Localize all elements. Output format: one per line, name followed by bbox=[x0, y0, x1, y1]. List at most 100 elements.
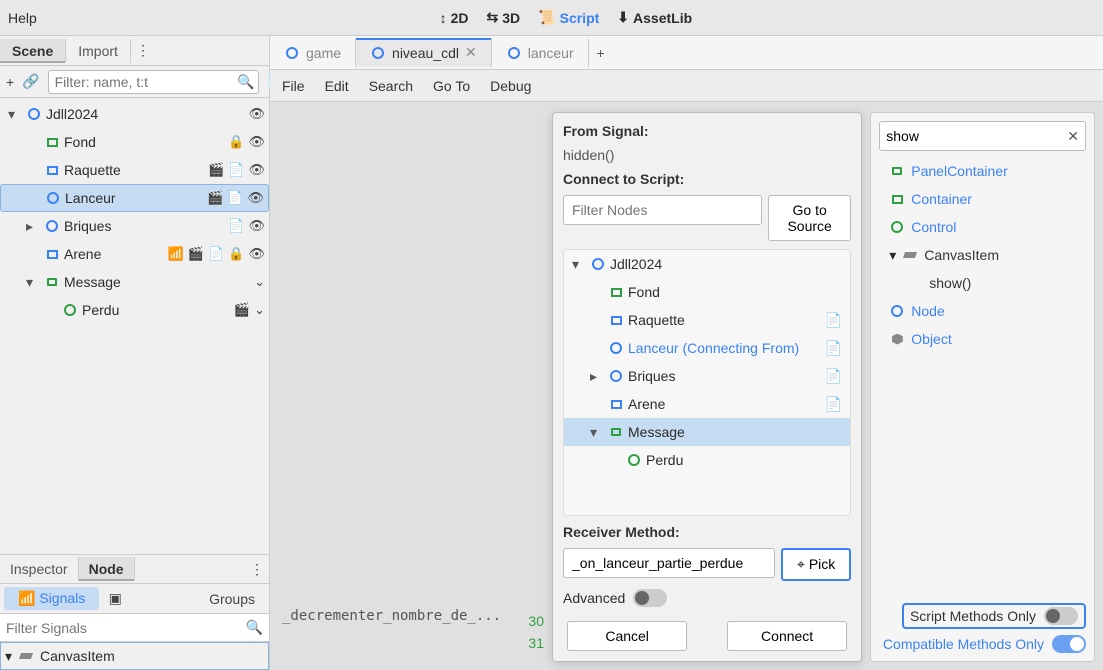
pick-button[interactable]: ⌖ Pick bbox=[781, 548, 851, 581]
view-3d-button[interactable]: ⇆3D bbox=[487, 9, 521, 26]
scene-node-fond[interactable]: Fond🔒👁 bbox=[0, 128, 269, 156]
method-container[interactable]: Container bbox=[879, 185, 1086, 213]
method-panelcontainer[interactable]: PanelContainer bbox=[879, 157, 1086, 185]
method-search-input[interactable] bbox=[886, 128, 1067, 144]
dialog-node-arene[interactable]: Arene📄 bbox=[564, 390, 850, 418]
method-canvasitem[interactable]: ▾CanvasItem bbox=[879, 241, 1086, 269]
advanced-toggle[interactable] bbox=[633, 589, 667, 607]
chev-icon[interactable]: ⌄ bbox=[254, 274, 265, 290]
signal-canvasitem-row[interactable]: ▾ CanvasItem bbox=[0, 642, 269, 670]
eye-icon[interactable]: 👁 bbox=[248, 218, 265, 234]
chevron-icon[interactable]: ▾ bbox=[572, 256, 586, 273]
tab-niveau-cdl[interactable]: niveau_cdl✕ bbox=[356, 38, 492, 67]
scene-filter-input[interactable] bbox=[48, 70, 259, 94]
eye-icon[interactable]: 👁 bbox=[248, 246, 265, 262]
eye-icon[interactable]: 👁 bbox=[247, 190, 264, 206]
dialog-node-perdu[interactable]: Perdu bbox=[564, 446, 850, 474]
eye-icon[interactable]: 👁 bbox=[248, 134, 265, 150]
node-g-icon bbox=[626, 452, 642, 468]
script-methods-only-toggle[interactable] bbox=[1044, 607, 1078, 625]
signals-tab[interactable]: 📶 Signals bbox=[4, 587, 99, 610]
add-node-icon[interactable]: + bbox=[6, 70, 14, 94]
chevron-icon[interactable]: ▸ bbox=[26, 218, 40, 235]
scene-node-perdu[interactable]: Perdu🎬⌄ bbox=[0, 296, 269, 324]
chevron-icon[interactable]: ▾ bbox=[8, 106, 22, 123]
dialog-node-jdll2024[interactable]: ▾ Jdll2024 bbox=[564, 250, 850, 278]
filter-signals-input[interactable] bbox=[0, 620, 269, 636]
script-icon[interactable]: 📄 bbox=[228, 218, 244, 234]
node-tree[interactable]: ▾ Jdll2024 FondRaquette📄Lanceur (Connectin… bbox=[563, 249, 851, 516]
clapper-icon[interactable]: 🎬 bbox=[234, 302, 250, 318]
view-script-button[interactable]: 📜Script bbox=[538, 9, 599, 26]
compatible-methods-only-toggle[interactable] bbox=[1052, 635, 1086, 653]
cancel-button[interactable]: Cancel bbox=[567, 621, 687, 651]
method-node[interactable]: Node bbox=[879, 297, 1086, 325]
dialog-node-fond[interactable]: Fond bbox=[564, 278, 850, 306]
tex-icon bbox=[608, 284, 624, 300]
menu-edit[interactable]: Edit bbox=[325, 78, 349, 94]
script-icon[interactable]: 📄 bbox=[227, 190, 243, 206]
receiver-method-input[interactable] bbox=[563, 548, 775, 578]
method-list[interactable]: PanelContainer Container Control▾CanvasIte… bbox=[879, 157, 1086, 597]
script-icon[interactable]: 📄 bbox=[228, 162, 244, 178]
method-show[interactable]: show() bbox=[879, 269, 1086, 297]
inspector-tab[interactable]: Inspector bbox=[0, 557, 79, 581]
dialog-node-message[interactable]: ▾Message bbox=[564, 418, 850, 446]
method-object[interactable]: Object bbox=[879, 325, 1086, 353]
clear-search-icon[interactable]: ✕ bbox=[1067, 128, 1079, 145]
signals-menu-icon[interactable]: ▣ bbox=[103, 587, 127, 611]
scene-node-briques[interactable]: ▸Briques📄👁 bbox=[0, 212, 269, 240]
chevron-icon[interactable]: ▾ bbox=[26, 274, 40, 291]
scene-node-lanceur[interactable]: Lanceur🎬📄👁 bbox=[0, 184, 269, 212]
scene-tab[interactable]: Scene bbox=[0, 39, 66, 63]
connect-button[interactable]: Connect bbox=[727, 621, 847, 651]
dialog-node-raquette[interactable]: Raquette📄 bbox=[564, 306, 850, 334]
eye-icon[interactable]: 👁 bbox=[248, 162, 265, 178]
method-label: Node bbox=[911, 303, 944, 319]
assetlib-button[interactable]: ⬇AssetLib bbox=[617, 9, 692, 26]
method-control[interactable]: Control bbox=[879, 213, 1086, 241]
scene-node-jdll2024[interactable]: ▾Jdll2024👁 bbox=[0, 100, 269, 128]
chevron-down-icon[interactable]: ▾ bbox=[889, 247, 896, 264]
node-label: Jdll2024 bbox=[610, 256, 842, 272]
node-tab[interactable]: Node bbox=[79, 557, 135, 581]
menu-debug[interactable]: Debug bbox=[490, 78, 531, 94]
help-menu[interactable]: Help bbox=[8, 10, 37, 26]
menu-goto[interactable]: Go To bbox=[433, 78, 470, 94]
chev-icon[interactable]: ⌄ bbox=[254, 302, 265, 318]
menu-search[interactable]: Search bbox=[369, 78, 413, 94]
go-to-source-button[interactable]: Go to Source bbox=[768, 195, 851, 241]
close-icon[interactable]: ✕ bbox=[465, 44, 477, 61]
advanced-row: Advanced bbox=[563, 589, 851, 607]
chevron-icon[interactable]: ▸ bbox=[590, 368, 604, 385]
dialog-node-lanceur[interactable]: Lanceur (Connecting From)📄 bbox=[564, 334, 850, 362]
menu-file[interactable]: File bbox=[282, 78, 305, 94]
scene-node-message[interactable]: ▾Message⌄ bbox=[0, 268, 269, 296]
rss-icon[interactable]: 📶 bbox=[168, 246, 184, 262]
tab-menu-icon[interactable]: ⋮ bbox=[131, 39, 155, 63]
scene-tree[interactable]: ▾Jdll2024👁Fond🔒👁Raquette🎬📄👁Lanceur🎬📄👁▸Br… bbox=[0, 98, 269, 554]
tab-game[interactable]: game bbox=[270, 39, 356, 67]
chevron-icon[interactable]: ▾ bbox=[590, 424, 604, 441]
clapper-icon[interactable]: 🎬 bbox=[188, 246, 204, 262]
method-label: Container bbox=[911, 191, 972, 207]
view-2d-button[interactable]: ↕2D bbox=[440, 9, 469, 26]
script-icon: 📜 bbox=[538, 9, 555, 26]
inspector-menu-icon[interactable]: ⋮ bbox=[245, 557, 269, 581]
add-tab-icon[interactable]: + bbox=[589, 41, 613, 65]
eye-icon[interactable]: 👁 bbox=[248, 106, 265, 122]
tab-lanceur[interactable]: lanceur bbox=[492, 39, 589, 67]
script-icon[interactable]: 📄 bbox=[208, 246, 224, 262]
clapper-icon[interactable]: 🎬 bbox=[208, 162, 224, 178]
lock-icon[interactable]: 🔒 bbox=[228, 134, 244, 150]
dialog-node-briques[interactable]: ▸Briques📄 bbox=[564, 362, 850, 390]
groups-tab[interactable]: Groups bbox=[199, 591, 265, 607]
scene-node-raquette[interactable]: Raquette🎬📄👁 bbox=[0, 156, 269, 184]
scene-node-arene[interactable]: Arene📶🎬📄🔒👁 bbox=[0, 240, 269, 268]
arrows-icon: ↕ bbox=[440, 10, 447, 26]
filter-nodes-input[interactable] bbox=[563, 195, 762, 225]
clapper-icon[interactable]: 🎬 bbox=[207, 190, 223, 206]
link-icon[interactable]: 🔗 bbox=[22, 70, 39, 94]
import-tab[interactable]: Import bbox=[66, 39, 131, 63]
lock-icon[interactable]: 🔒 bbox=[228, 246, 244, 262]
